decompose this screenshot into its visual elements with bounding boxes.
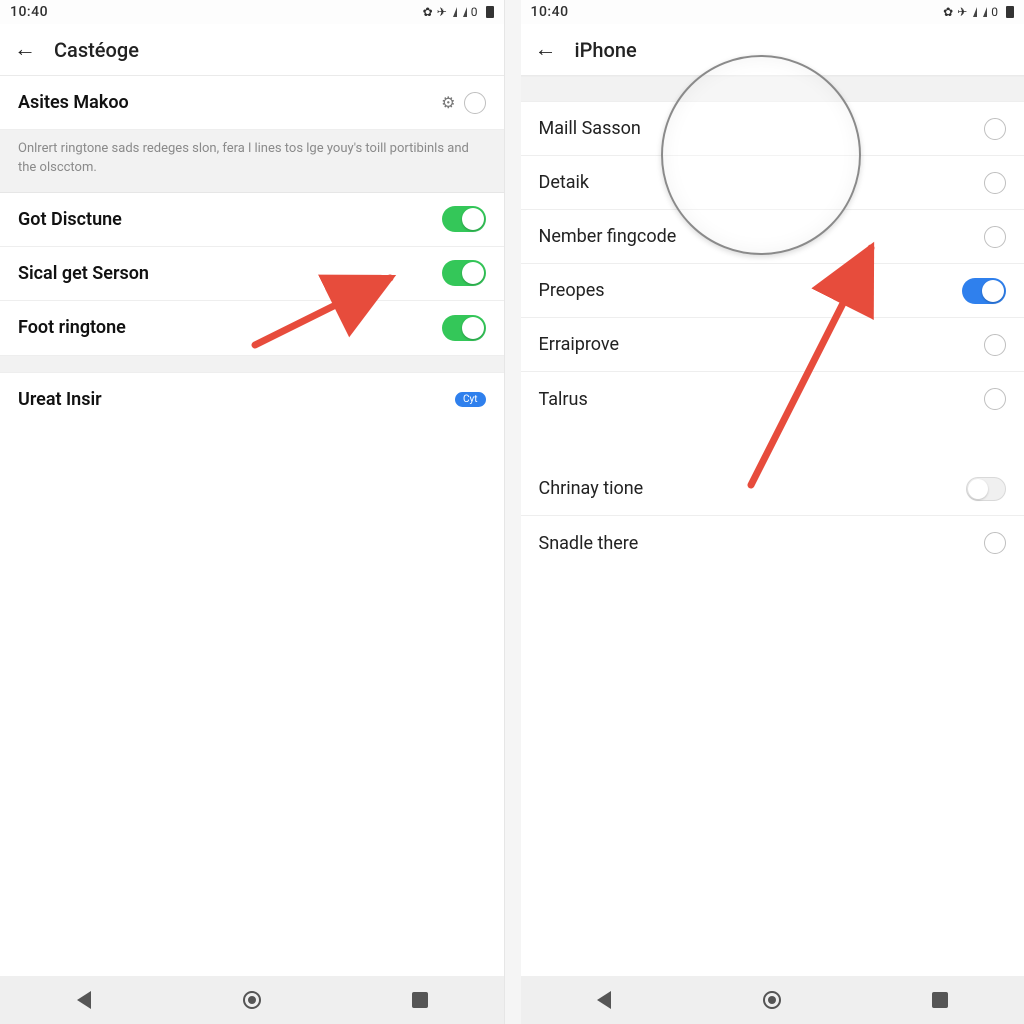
row-radio[interactable]: [984, 118, 1006, 140]
toggle-switch-1[interactable]: [442, 260, 486, 286]
signal-icon: [453, 7, 457, 17]
battery-icon: [486, 6, 494, 18]
nav-home-button[interactable]: [232, 980, 272, 1020]
row-label: Talrus: [539, 389, 588, 410]
triangle-back-icon: [77, 991, 91, 1009]
back-button[interactable]: ←: [535, 39, 557, 61]
signal-icon-2: [983, 7, 987, 17]
group-spacer: [521, 426, 1024, 462]
info-text: Onlrert ringtone sads redeges slon, fera…: [0, 130, 504, 193]
nav-home-button[interactable]: [752, 980, 792, 1020]
row-radio[interactable]: [984, 226, 1006, 248]
send-icon: ✈: [957, 5, 967, 19]
row-label: Preopes: [539, 280, 605, 301]
battery-text: 0: [991, 5, 998, 19]
row-label: Detaik: [539, 172, 590, 193]
battery-icon: [1006, 6, 1014, 18]
page-title: iPhone: [575, 38, 637, 62]
page-title: Castéoge: [54, 38, 139, 62]
footer-label: Ureat Insir: [18, 389, 102, 410]
row-radio[interactable]: [984, 388, 1006, 410]
status-time: 10:40: [531, 4, 569, 20]
toggle-label: Foot ringtone: [18, 317, 126, 338]
battery-text: 0: [471, 5, 478, 19]
square-recent-icon: [412, 992, 428, 1008]
row-label: Maill Sasson: [539, 118, 641, 139]
title-bar: ← iPhone: [521, 24, 1024, 76]
footer-badge: Cyt: [455, 392, 486, 407]
nav-back-button[interactable]: [64, 980, 104, 1020]
settings-glyph-icon: ✿: [423, 5, 433, 19]
row-radio[interactable]: [984, 334, 1006, 356]
row-radio[interactable]: [984, 532, 1006, 554]
header-row[interactable]: Asites Makoo ⚙: [0, 76, 504, 130]
gear-icon[interactable]: ⚙: [441, 93, 455, 112]
signal-icon: [973, 7, 977, 17]
phone-left: 10:40 ✿ ✈ 0 ← Castéoge Asites Makoo ⚙ On…: [0, 0, 505, 1024]
row-label: Chrinay tione: [539, 478, 644, 499]
list-row-2[interactable]: Nember fingcode: [521, 210, 1024, 264]
status-time: 10:40: [10, 4, 48, 20]
signal-icon-2: [463, 7, 467, 17]
header-row-label: Asites Makoo: [18, 92, 129, 113]
settings-glyph-icon: ✿: [943, 5, 953, 19]
nav-back-button[interactable]: [584, 980, 624, 1020]
toggle-row-1[interactable]: Sical get Serson: [0, 247, 504, 301]
toggle-switch-2[interactable]: [442, 315, 486, 341]
nav-recent-button[interactable]: [920, 980, 960, 1020]
row-label: Snadle there: [539, 533, 639, 554]
list-row-6[interactable]: Chrinay tione: [521, 462, 1024, 516]
row-radio[interactable]: [984, 172, 1006, 194]
status-bar: 10:40 ✿ ✈ 0: [521, 0, 1024, 24]
phone-right: 10:40 ✿ ✈ 0 ← iPhone Maill Sasson Detaik…: [521, 0, 1024, 1024]
circle-home-icon: [763, 991, 781, 1009]
list-row-7[interactable]: Snadle there: [521, 516, 1024, 570]
list-row-0[interactable]: Maill Sasson: [521, 102, 1024, 156]
row-label: Nember fingcode: [539, 226, 677, 247]
circle-home-icon: [243, 991, 261, 1009]
nav-recent-button[interactable]: [400, 980, 440, 1020]
toggle-label: Got Disctune: [18, 209, 122, 230]
section-divider: [521, 76, 1024, 102]
toggle-row-0[interactable]: Got Disctune: [0, 193, 504, 247]
header-radio[interactable]: [464, 92, 486, 114]
status-icons: ✿ ✈ 0: [943, 5, 1014, 19]
list-row-1[interactable]: Detaik: [521, 156, 1024, 210]
back-button[interactable]: ←: [14, 39, 36, 61]
list-row-3[interactable]: Preopes: [521, 264, 1024, 318]
status-bar: 10:40 ✿ ✈ 0: [0, 0, 504, 24]
list-row-5[interactable]: Talrus: [521, 372, 1024, 426]
nav-bar: [0, 976, 504, 1024]
toggle-row-2[interactable]: Foot ringtone: [0, 301, 504, 355]
section-divider: [0, 355, 504, 373]
status-icons: ✿ ✈ 0: [423, 5, 494, 19]
triangle-back-icon: [597, 991, 611, 1009]
toggle-switch-0[interactable]: [442, 206, 486, 232]
toggle-label: Sical get Serson: [18, 263, 149, 284]
nav-bar: [521, 976, 1024, 1024]
square-recent-icon: [932, 992, 948, 1008]
row-label: Erraiprove: [539, 334, 620, 355]
title-bar: ← Castéoge: [0, 24, 504, 76]
list-row-4[interactable]: Erraiprove: [521, 318, 1024, 372]
send-icon: ✈: [437, 5, 447, 19]
footer-row[interactable]: Ureat Insir Cyt: [0, 373, 504, 427]
row-toggle-off[interactable]: [966, 477, 1006, 501]
row-toggle-on[interactable]: [962, 278, 1006, 304]
